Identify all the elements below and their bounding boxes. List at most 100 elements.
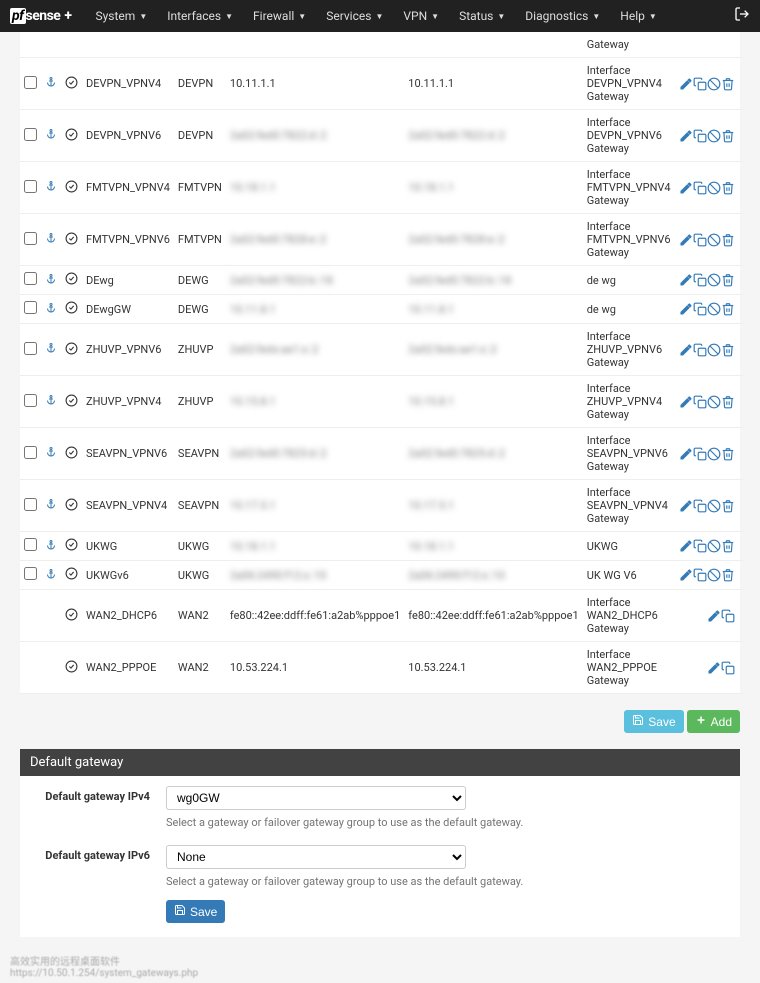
brand-logo[interactable]: pfsense+ [10,8,72,24]
save-default-gw-button[interactable]: Save [166,900,225,923]
nav-item-services[interactable]: Services ▼ [316,0,393,32]
copy-icon[interactable] [693,77,707,91]
edit-icon[interactable] [679,568,693,582]
disable-icon[interactable] [707,539,721,553]
edit-icon[interactable] [679,273,693,287]
edit-icon[interactable] [679,181,693,195]
copy-icon[interactable] [721,661,735,675]
anchor-icon[interactable] [45,396,57,409]
row-select-checkbox[interactable] [24,180,37,193]
save-order-button[interactable]: Save [624,710,683,733]
disable-icon[interactable] [707,302,721,316]
edit-icon[interactable] [679,233,693,247]
copy-icon[interactable] [693,233,707,247]
del-icon[interactable] [721,499,735,513]
del-icon[interactable] [721,77,735,91]
anchor-icon[interactable] [45,304,57,317]
nav-item-diagnostics[interactable]: Diagnostics ▼ [515,0,610,32]
copy-icon[interactable] [693,568,707,582]
edit-icon[interactable] [679,343,693,357]
anchor-icon[interactable] [45,182,57,195]
copy-icon[interactable] [693,539,707,553]
cell-monitor: 10.18.1.1 [404,162,582,214]
copy-icon[interactable] [693,129,707,143]
edit-icon[interactable] [707,609,721,623]
edit-icon[interactable] [679,302,693,316]
del-icon[interactable] [721,302,735,316]
cell-name: WAN2_PPPOE [82,642,174,694]
cell-description: Interface FMTVPN_VPNV6 Gateway [583,214,675,266]
del-icon[interactable] [721,568,735,582]
disable-icon[interactable] [707,181,721,195]
select-default-gw-ipv6[interactable]: None [166,845,466,869]
anchor-icon[interactable] [45,234,57,247]
del-icon[interactable] [721,273,735,287]
copy-icon[interactable] [693,499,707,513]
copy-icon[interactable] [693,447,707,461]
row-select-checkbox[interactable] [24,272,37,285]
del-icon[interactable] [721,181,735,195]
nav-item-firewall[interactable]: Firewall ▼ [243,0,316,32]
cell-monitor: 2a02:fed0:7828:e::2 [404,214,582,266]
cell-description: Interface ZHUVP_VPNV6 Gateway [583,324,675,376]
row-select-checkbox[interactable] [24,76,37,89]
disable-icon[interactable] [707,343,721,357]
anchor-icon[interactable] [45,500,57,513]
del-icon[interactable] [721,233,735,247]
anchor-icon[interactable] [45,275,57,288]
disable-icon[interactable] [707,273,721,287]
disable-icon[interactable] [707,233,721,247]
disable-icon[interactable] [707,447,721,461]
disable-icon[interactable] [707,568,721,582]
copy-icon[interactable] [721,609,735,623]
row-select-checkbox[interactable] [24,232,37,245]
anchor-icon[interactable] [45,570,57,583]
edit-icon[interactable] [679,129,693,143]
disable-icon[interactable] [707,499,721,513]
edit-icon[interactable] [679,447,693,461]
row-select-checkbox[interactable] [24,538,37,551]
disable-icon[interactable] [707,77,721,91]
anchor-icon[interactable] [45,448,57,461]
edit-icon[interactable] [707,661,721,675]
del-icon[interactable] [721,129,735,143]
del-icon[interactable] [721,447,735,461]
edit-icon[interactable] [679,77,693,91]
copy-icon[interactable] [693,395,707,409]
edit-icon[interactable] [679,539,693,553]
copy-icon[interactable] [693,343,707,357]
row-select-checkbox[interactable] [24,128,37,141]
edit-icon[interactable] [679,499,693,513]
row-select-checkbox[interactable] [24,301,37,314]
nav-item-system[interactable]: System ▼ [86,0,158,32]
anchor-icon[interactable] [45,344,57,357]
anchor-icon[interactable] [45,78,57,91]
edit-icon[interactable] [679,395,693,409]
nav-item-interfaces[interactable]: Interfaces ▼ [157,0,243,32]
table-row: SEAVPN_VPNV6SEAVPN2a02:fed0:7825:d::22a0… [20,428,743,480]
nav-item-help[interactable]: Help ▼ [610,0,667,32]
row-select-checkbox[interactable] [24,567,37,580]
copy-icon[interactable] [693,181,707,195]
row-select-checkbox[interactable] [24,394,37,407]
add-gateway-button[interactable]: Add [687,710,740,733]
nav-item-vpn[interactable]: VPN ▼ [393,0,449,32]
nav-item-label: Status [459,9,493,23]
row-select-checkbox[interactable] [24,446,37,459]
del-icon[interactable] [721,395,735,409]
copy-icon[interactable] [693,302,707,316]
del-icon[interactable] [721,343,735,357]
logout-icon[interactable] [734,6,750,26]
row-select-checkbox[interactable] [24,342,37,355]
disable-icon[interactable] [707,129,721,143]
row-select-checkbox[interactable] [24,498,37,511]
copy-icon[interactable] [693,273,707,287]
nav-item-status[interactable]: Status ▼ [449,0,515,32]
del-icon[interactable] [721,539,735,553]
select-default-gw-ipv4[interactable]: wg0GW [166,786,466,810]
disable-icon[interactable] [707,395,721,409]
cell-actions [675,590,743,642]
status-ok-icon [65,501,78,514]
anchor-icon[interactable] [45,130,57,143]
anchor-icon[interactable] [45,541,57,554]
